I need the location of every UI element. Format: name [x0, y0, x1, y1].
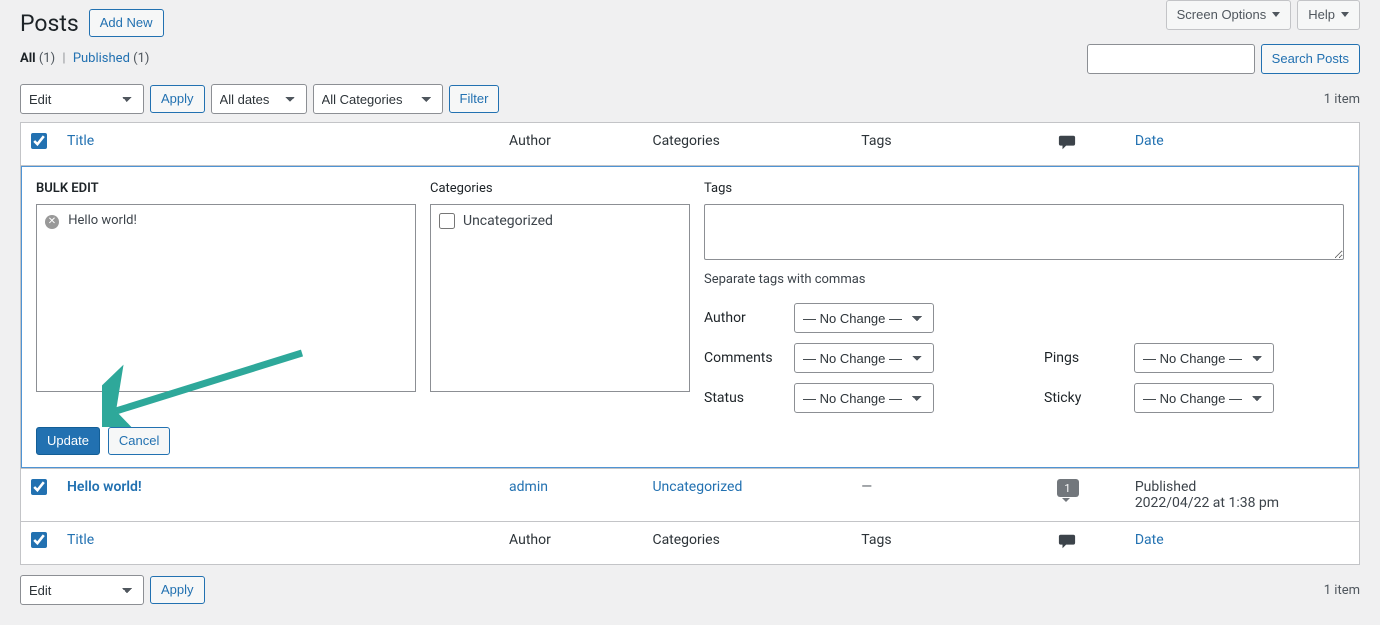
sticky-label: Sticky: [1044, 390, 1120, 406]
comments-label: Comments: [704, 350, 780, 366]
screen-options-label: Screen Options: [1177, 5, 1267, 25]
category-checkbox[interactable]: [439, 213, 455, 229]
post-category-link[interactable]: Uncategorized: [652, 479, 742, 495]
col-title[interactable]: Title: [67, 133, 94, 149]
category-option[interactable]: Uncategorized: [439, 213, 681, 229]
row-checkbox[interactable]: [31, 479, 47, 495]
post-tags: —: [851, 469, 1046, 522]
comment-icon: [1057, 532, 1077, 550]
col-title-foot[interactable]: Title: [67, 532, 94, 548]
col-tags: Tags: [851, 123, 1046, 166]
category-label: Uncategorized: [463, 213, 553, 229]
add-new-button[interactable]: Add New: [89, 9, 164, 37]
col-date-foot[interactable]: Date: [1135, 532, 1164, 548]
filter-button[interactable]: Filter: [449, 85, 500, 113]
filter-all-count: (1): [39, 51, 55, 66]
bulk-edit-heading: BULK EDIT: [36, 181, 99, 196]
status-label: Status: [704, 390, 780, 406]
apply-button-top[interactable]: Apply: [150, 85, 205, 113]
item-count-bottom: 1 item: [1324, 583, 1360, 598]
page-title: Posts: [20, 10, 79, 37]
select-all-checkbox-bottom[interactable]: [31, 532, 47, 548]
bulk-item-title: Hello world!: [68, 213, 137, 228]
author-select[interactable]: — No Change —: [794, 303, 934, 333]
comment-count-bubble[interactable]: 1: [1057, 479, 1079, 497]
col-categories-foot: Categories: [642, 522, 851, 565]
apply-button-bottom[interactable]: Apply: [150, 576, 205, 604]
bulk-action-select-bottom[interactable]: Edit: [20, 575, 144, 605]
col-tags-foot: Tags: [851, 522, 1046, 565]
col-comments-foot[interactable]: [1047, 522, 1125, 565]
cancel-button[interactable]: Cancel: [108, 427, 170, 455]
col-date[interactable]: Date: [1135, 133, 1164, 149]
chevron-down-icon: [1341, 12, 1349, 17]
status-select[interactable]: — No Change —: [794, 383, 934, 413]
bulk-action-select[interactable]: Edit: [20, 84, 144, 114]
bulk-tags-heading: Tags: [704, 181, 1344, 196]
bulk-item: ✕ Hello world!: [45, 213, 407, 229]
date-filter-select[interactable]: All dates: [211, 84, 307, 114]
post-date: Published 2022/04/22 at 1:38 pm: [1125, 469, 1360, 522]
col-comments[interactable]: [1047, 123, 1125, 166]
chevron-down-icon: [1272, 12, 1280, 17]
remove-item-icon[interactable]: ✕: [45, 215, 59, 229]
help-label: Help: [1308, 5, 1335, 25]
filter-all[interactable]: All: [20, 51, 36, 66]
bulk-categories-heading: Categories: [430, 181, 690, 196]
item-count-top: 1 item: [1324, 92, 1360, 107]
pings-select[interactable]: — No Change —: [1134, 343, 1274, 373]
post-author-link[interactable]: admin: [509, 479, 548, 495]
bulk-items-list: ✕ Hello world!: [36, 204, 416, 392]
sticky-select[interactable]: — No Change —: [1134, 383, 1274, 413]
pings-label: Pings: [1044, 350, 1120, 366]
post-title-link[interactable]: Hello world!: [67, 479, 142, 495]
update-button[interactable]: Update: [36, 427, 100, 455]
search-posts-button[interactable]: Search Posts: [1261, 44, 1360, 74]
screen-options-button[interactable]: Screen Options: [1166, 0, 1292, 30]
category-filter-select[interactable]: All Categories: [313, 84, 443, 114]
table-row: Hello world! admin Uncategorized — 1 Pub…: [21, 469, 1360, 522]
help-button[interactable]: Help: [1297, 0, 1360, 30]
tags-help-text: Separate tags with commas: [704, 272, 1344, 287]
col-author: Author: [499, 123, 642, 166]
comment-icon: [1057, 133, 1077, 151]
tags-textarea[interactable]: [704, 204, 1344, 260]
author-label: Author: [704, 310, 780, 326]
col-categories: Categories: [642, 123, 851, 166]
col-author-foot: Author: [499, 522, 642, 565]
filter-published[interactable]: Published: [73, 51, 130, 66]
select-all-checkbox-top[interactable]: [31, 133, 47, 149]
search-input[interactable]: [1087, 44, 1255, 74]
filter-published-count: (1): [133, 51, 149, 66]
comments-select[interactable]: — No Change —: [794, 343, 934, 373]
